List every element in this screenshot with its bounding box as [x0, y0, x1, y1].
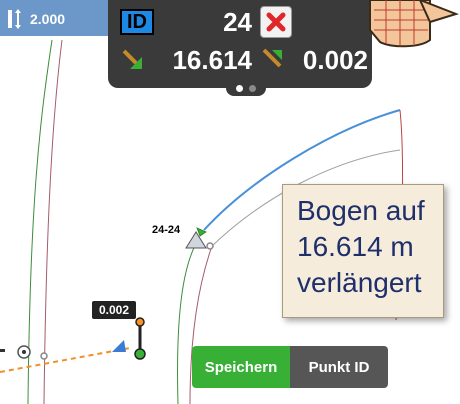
stakeout-info-panel: ID 24 16.614 0.002 [108, 0, 372, 88]
distance-along-icon [120, 47, 146, 73]
save-button[interactable]: Speichern [192, 346, 290, 388]
page-dot-inactive [249, 84, 256, 92]
note-line-1: Bogen auf [297, 195, 425, 226]
note-line-2: 16.614 m [297, 231, 414, 262]
map-point-grey-1 [40, 352, 48, 360]
page-dot-active [236, 84, 243, 92]
id-label: ID [120, 9, 154, 35]
rover-offset-tag: 0.002 [92, 301, 136, 319]
rover-head [135, 317, 145, 327]
alignment-line-left-2 [43, 39, 63, 404]
point-id-button[interactable]: Punkt ID [290, 346, 388, 388]
station-point-label: 24-24 [152, 224, 181, 236]
info-row-id: ID 24 [120, 6, 368, 38]
offset-value: 0.002 [302, 44, 368, 75]
action-buttons: Speichern Punkt ID [192, 346, 388, 388]
info-row-distances: 16.614 0.002 [120, 44, 368, 76]
direction-arrow [112, 340, 126, 352]
antenna-height-icon [8, 9, 21, 29]
distance-value: 16.614 [172, 44, 252, 75]
map-point-grey-2 [206, 242, 214, 250]
panel-page-indicator[interactable] [226, 80, 266, 96]
antenna-height-value: 2.000 [30, 11, 66, 27]
offset-icon [260, 46, 286, 72]
annotation-note: Bogen auf 16.614 m verlängert [282, 184, 444, 318]
point-id-value: 24 [223, 6, 252, 37]
edge-marker [0, 349, 5, 352]
clear-button[interactable] [260, 6, 292, 38]
antenna-height[interactable]: 2.000 [6, 6, 65, 32]
rover-position [134, 348, 146, 360]
close-icon [266, 12, 286, 32]
map-point-target-inner [22, 350, 26, 354]
note-line-3: verlängert [297, 267, 422, 298]
instruction-card-icon [369, 0, 460, 48]
